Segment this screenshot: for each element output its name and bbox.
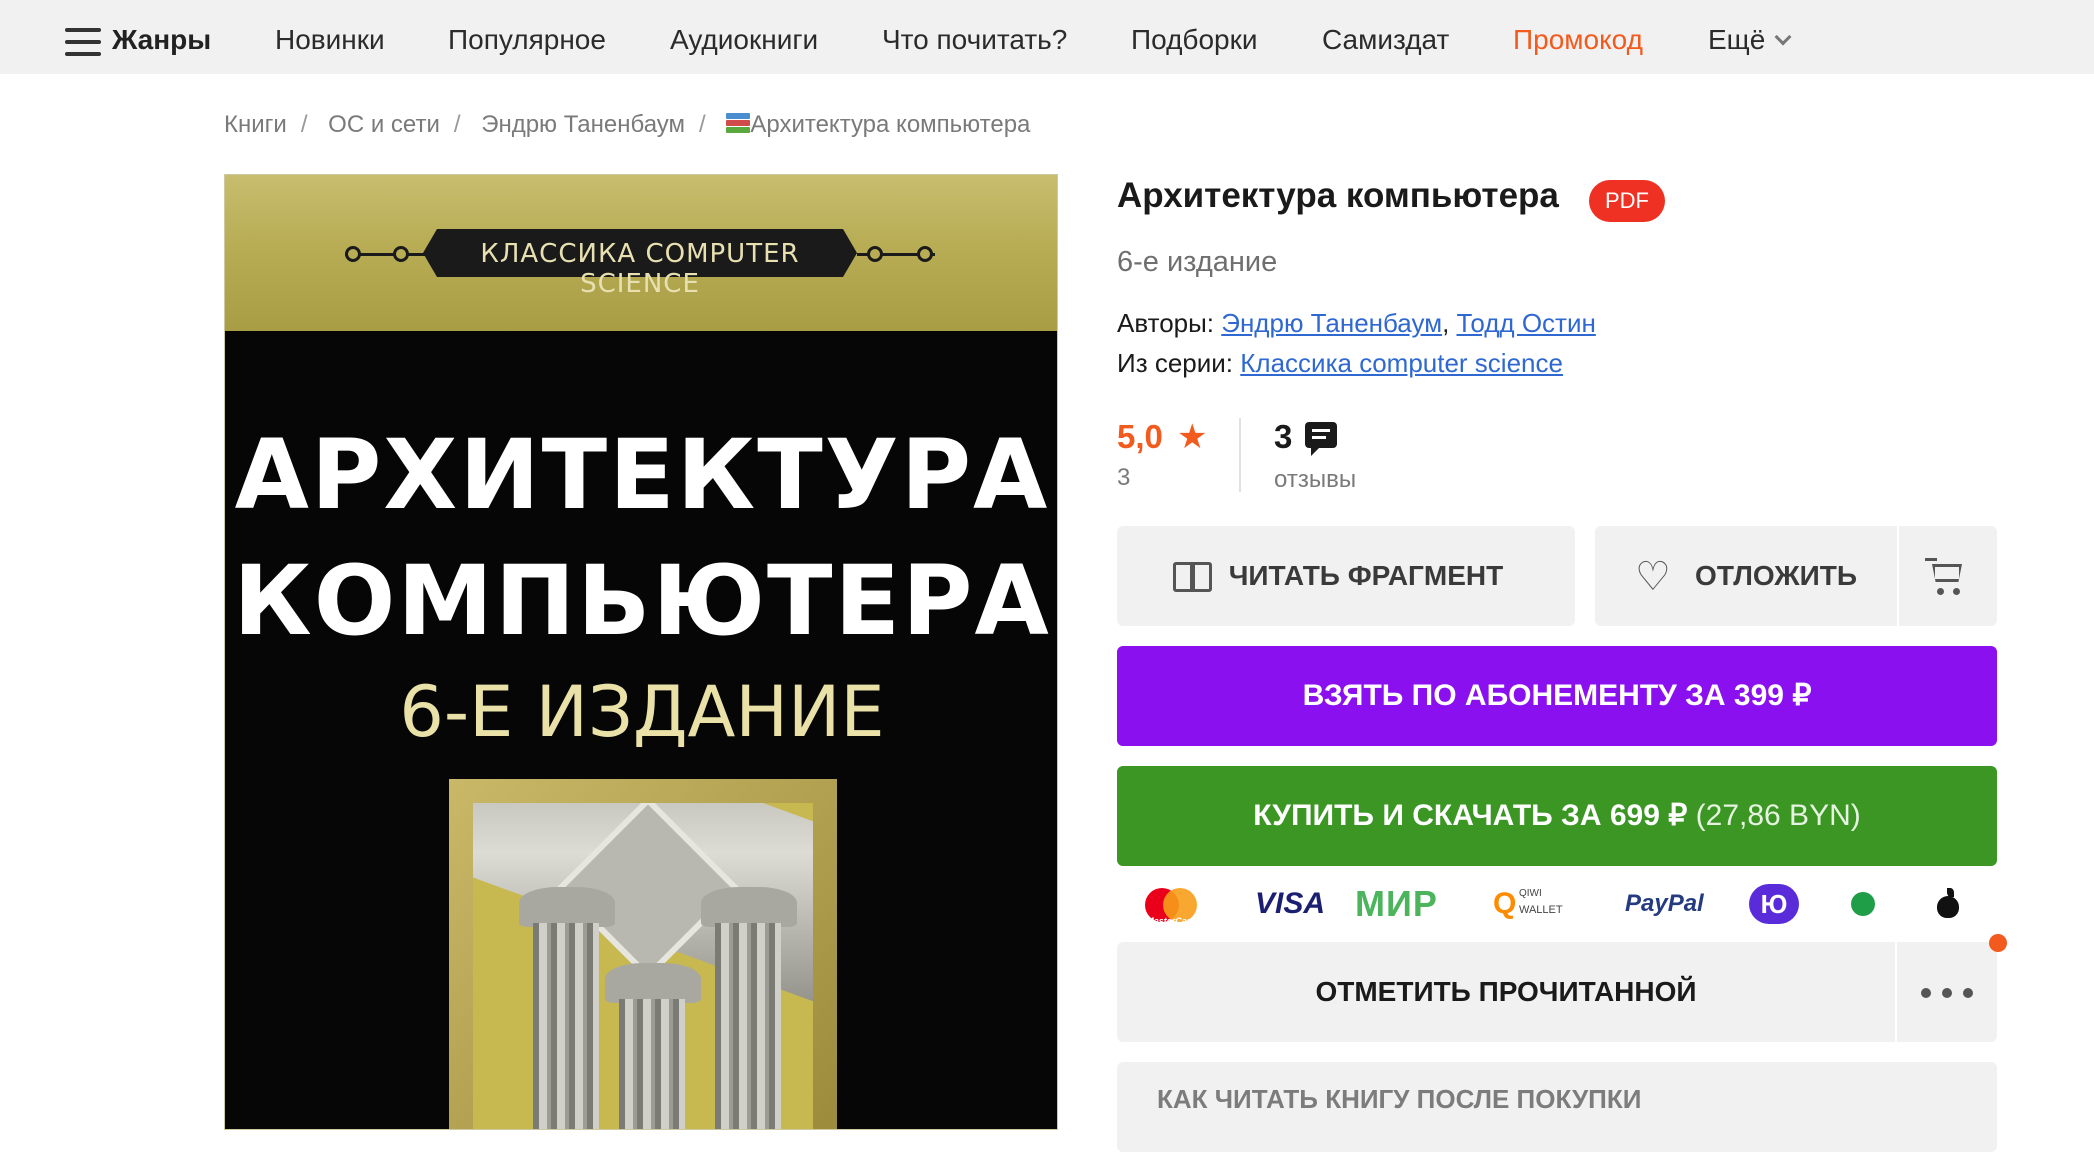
- read-fragment-button[interactable]: ЧИТАТЬ ФРАГМЕНТ: [1117, 526, 1575, 626]
- defer-label: ОТЛОЖИТЬ: [1695, 560, 1857, 591]
- paypal-icon: PayPal: [1625, 890, 1704, 917]
- notification-dot: [1989, 934, 2007, 952]
- rating-value: 5,0: [1117, 418, 1163, 455]
- author-link-tanenbaum[interactable]: Эндрю Таненбаум: [1221, 308, 1442, 338]
- breadcrumb-books[interactable]: Книги: [224, 111, 287, 138]
- nav-item-audiobooks[interactable]: Аудиокниги: [670, 24, 818, 56]
- nav-item-samizdat[interactable]: Самиздат: [1322, 24, 1449, 56]
- top-navigation: Жанры Новинки Популярное Аудиокниги Что …: [0, 0, 2094, 74]
- nav-more-label: Ещё: [1708, 24, 1766, 55]
- nav-item-what-to-read[interactable]: Что почитать?: [882, 24, 1067, 56]
- reviews-label[interactable]: отзывы: [1274, 466, 1356, 494]
- breadcrumb-author[interactable]: Эндрю Таненбаум: [481, 111, 685, 138]
- heart-icon: ♡: [1635, 555, 1671, 599]
- author-link-austin[interactable]: Тодд Остин: [1457, 308, 1596, 338]
- book-title: Архитектура компьютера: [1117, 176, 1559, 215]
- chevron-down-icon: [1774, 28, 1792, 46]
- payment-methods: MasterCard VISA МИР Q QIWI WALLET PayPal…: [1117, 882, 1997, 932]
- format-badge: PDF: [1589, 180, 1665, 222]
- visa-icon: VISA: [1255, 887, 1326, 920]
- how-to-read-label: КАК ЧИТАТЬ КНИГУ ПОСЛЕ ПОКУПКИ: [1157, 1084, 1642, 1114]
- cover-edition: 6-Е ИЗДАНИЕ: [399, 671, 885, 753]
- breadcrumb-current: Архитектура компьютера: [750, 111, 1031, 138]
- nav-item-new[interactable]: Новинки: [275, 24, 385, 56]
- nav-item-collections[interactable]: Подборки: [1131, 24, 1258, 56]
- rating-count: 3: [1117, 464, 1131, 491]
- cover-series-text: КЛАССИКА COMPUTER SCIENCE: [480, 239, 800, 299]
- breadcrumb-os-networks[interactable]: ОС и сети: [328, 111, 440, 138]
- authors-row: Авторы: Эндрю Таненбаум, Тодд Остин: [1117, 308, 1596, 338]
- nav-item-more[interactable]: Ещё: [1708, 24, 1792, 56]
- book-edition: 6-е издание: [1117, 246, 1278, 278]
- breadcrumb: Книги / ОС и сети / Эндрю Таненбаум / Архит…: [224, 111, 1031, 138]
- buy-download-button[interactable]: КУПИТЬ И СКАЧАТЬ ЗА 699 ₽ (27,86 BYN): [1117, 766, 1997, 866]
- add-to-cart-button[interactable]: [1899, 526, 1997, 626]
- star-icon: ★: [1177, 418, 1208, 456]
- apple-pay-icon: [1935, 888, 1961, 918]
- buy-label: КУПИТЬ И СКАЧАТЬ ЗА 699 ₽: [1253, 799, 1688, 832]
- defer-button[interactable]: ♡ ОТЛОЖИТЬ: [1595, 526, 1897, 626]
- mir-icon: МИР: [1355, 883, 1438, 924]
- series-row: Из серии: Классика computer science: [1117, 348, 1563, 379]
- books-icon: [726, 113, 751, 135]
- subscription-button[interactable]: ВЗЯТЬ ПО АБОНЕМЕНТУ ЗА 399 ₽: [1117, 646, 1997, 746]
- cover-title-line1: АРХИТЕКТУРА: [234, 419, 1050, 531]
- nav-genres[interactable]: Жанры: [112, 24, 211, 56]
- nav-item-popular[interactable]: Популярное: [448, 24, 606, 56]
- sber-icon: [1851, 892, 1875, 916]
- yoomoney-icon: Ю: [1749, 884, 1799, 924]
- mastercard-icon: MasterCard: [1145, 888, 1197, 926]
- book-open-icon: [1173, 562, 1215, 592]
- comment-icon[interactable]: [1305, 422, 1337, 456]
- series-label: Из серии:: [1117, 348, 1234, 378]
- how-to-read-section[interactable]: КАК ЧИТАТЬ КНИГУ ПОСЛЕ ПОКУПКИ: [1117, 1062, 1997, 1152]
- read-fragment-label: ЧИТАТЬ ФРАГМЕНТ: [1228, 560, 1504, 591]
- menu-icon[interactable]: [65, 28, 101, 56]
- series-link[interactable]: Классика computer science: [1240, 348, 1563, 378]
- book-cover[interactable]: КЛАССИКА COMPUTER SCIENCE АРХИТЕКТУРА КО…: [224, 174, 1058, 1130]
- cover-illustration: [449, 779, 837, 1129]
- rating-divider: [1239, 418, 1241, 492]
- mark-as-read-button[interactable]: ОТМЕТИТЬ ПРОЧИТАННОЙ: [1117, 942, 1895, 1042]
- authors-label: Авторы:: [1117, 308, 1215, 338]
- more-actions-button[interactable]: [1897, 942, 1997, 1042]
- nav-item-promocode[interactable]: Промокод: [1513, 24, 1643, 56]
- cover-series-band: КЛАССИКА COMPUTER SCIENCE: [345, 229, 935, 299]
- cover-title-line2: КОМПЬЮТЕРА: [233, 545, 1051, 657]
- buy-alt-price: (27,86 BYN): [1695, 799, 1861, 832]
- reviews-count[interactable]: 3: [1274, 418, 1292, 456]
